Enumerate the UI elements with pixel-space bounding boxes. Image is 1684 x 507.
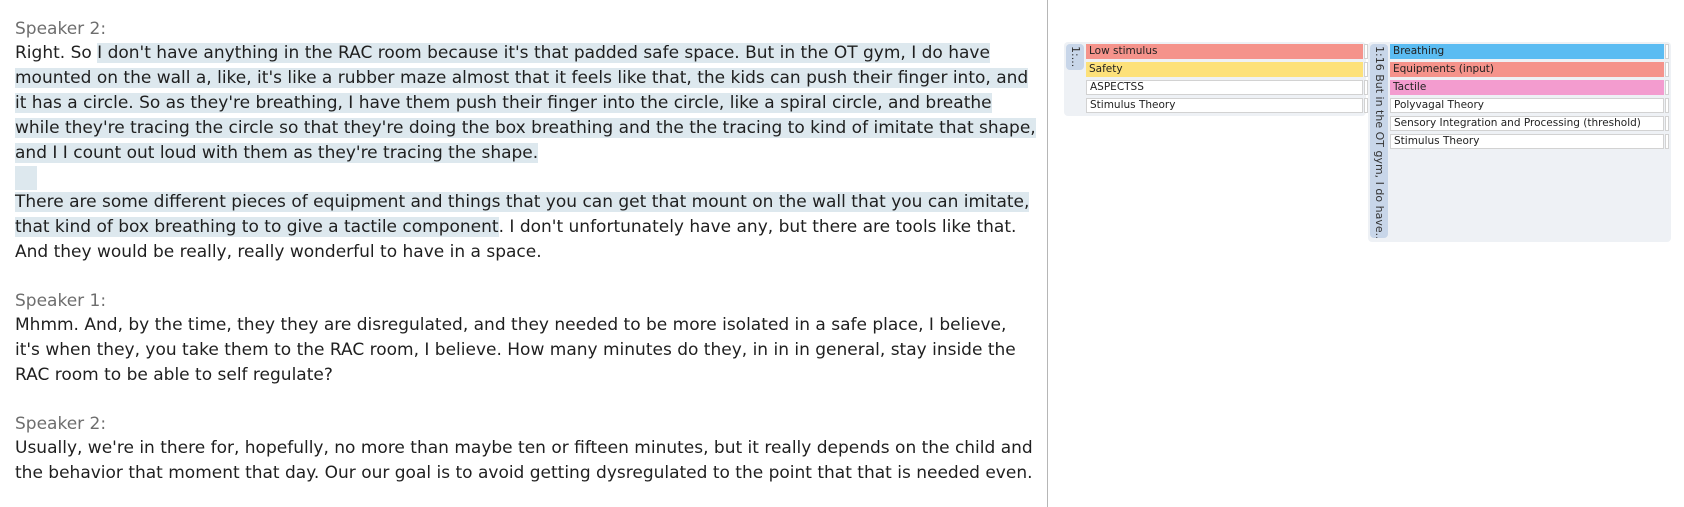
code-chip[interactable]: Stimulus Theory: [1390, 134, 1664, 149]
code-chip-end: [1665, 62, 1669, 77]
code-chip[interactable]: Breathing: [1390, 44, 1664, 59]
code-chip[interactable]: Polyvagal Theory: [1390, 98, 1664, 113]
speaker-label: Speaker 2:: [15, 414, 107, 434]
highlighted-quotation[interactable]: I don't have anything in the RAC room be…: [15, 43, 1036, 163]
pane-divider[interactable]: [1047, 0, 1048, 507]
transcript-block: Speaker 2: Usually, we're in there for, …: [15, 412, 1036, 486]
code-chip[interactable]: ASPECTSS: [1086, 80, 1363, 95]
transcript-paragraph[interactable]: Right. So I don't have anything in the R…: [15, 41, 1036, 166]
transcript-block: Speaker 2: Right. So I don't have anythi…: [15, 17, 1036, 265]
blank-line: [15, 166, 1036, 190]
code-chip-end: [1364, 44, 1368, 59]
code-chip[interactable]: Equipments (input): [1390, 62, 1664, 77]
speaker-label: Speaker 1:: [15, 291, 107, 311]
quotation-stripe-label: 1:16 But in the OT gym, I do have...: [1373, 46, 1386, 238]
code-chip-end: [1665, 80, 1669, 95]
highlight-continuation: [15, 166, 37, 190]
transcript-paragraph[interactable]: Mhmm. And, by the time, they they are di…: [15, 313, 1036, 388]
code-chip[interactable]: Safety: [1086, 62, 1363, 77]
quotation-stripe-label: 1:...: [1069, 46, 1082, 68]
transcript-paragraph[interactable]: Usually, we're in there for, hopefully, …: [15, 436, 1036, 486]
code-chip[interactable]: Stimulus Theory: [1086, 98, 1363, 113]
code-chip-end: [1665, 116, 1669, 131]
code-chip-end: [1364, 98, 1368, 113]
plain-text: Right. So: [15, 43, 98, 63]
code-chip-end: [1364, 80, 1368, 95]
code-chip-end: [1665, 44, 1669, 59]
code-chip[interactable]: Sensory Integration and Processing (thre…: [1390, 116, 1664, 131]
code-chip-end: [1364, 62, 1368, 77]
transcript-paragraph[interactable]: There are some different pieces of equip…: [15, 190, 1036, 265]
transcript-block: Speaker 1: Mhmm. And, by the time, they …: [15, 289, 1036, 388]
code-chip[interactable]: Low stimulus: [1086, 44, 1363, 59]
code-chip-end: [1665, 134, 1669, 149]
code-chip[interactable]: Tactile: [1390, 80, 1664, 95]
speaker-label: Speaker 2:: [15, 19, 107, 39]
transcript-pane[interactable]: Speaker 2: Right. So I don't have anythi…: [0, 0, 1046, 507]
code-chip-end: [1665, 98, 1669, 113]
